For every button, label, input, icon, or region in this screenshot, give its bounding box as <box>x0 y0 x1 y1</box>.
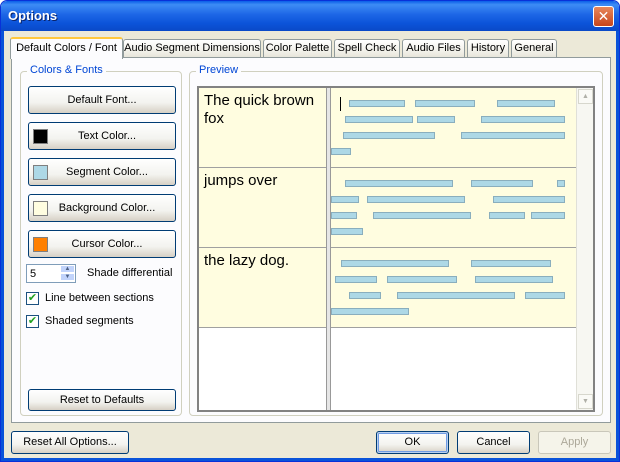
audio-bar <box>331 212 357 219</box>
preview-scrollbar[interactable]: ▲ ▼ <box>576 88 593 410</box>
cursor-color-label: Cursor Color... <box>71 238 143 250</box>
audio-bar <box>331 196 359 203</box>
tab-audio-files[interactable]: Audio Files <box>402 39 465 58</box>
colors-fonts-legend: Colors & Fonts <box>27 64 106 76</box>
audio-bar <box>387 276 457 283</box>
audio-bar <box>489 212 525 219</box>
shade-differential-value[interactable]: 5 <box>30 268 36 280</box>
close-button[interactable]: ✕ <box>593 6 614 27</box>
audio-bar <box>417 116 455 123</box>
audio-bar <box>335 276 377 283</box>
text-color-label: Text Color... <box>77 130 137 142</box>
window-title: Options <box>8 8 58 23</box>
window-border-left <box>1 31 4 461</box>
background-color-label: Background Color... <box>58 202 156 214</box>
audio-bar <box>493 196 565 203</box>
shaded-segments-label[interactable]: Shaded segments <box>45 315 134 327</box>
tab-color-palette[interactable]: Color Palette <box>263 39 332 58</box>
text-color-swatch <box>33 129 48 144</box>
scroll-up-icon[interactable]: ▲ <box>578 89 593 104</box>
audio-bar <box>331 308 409 315</box>
segment-text-2[interactable]: jumps over <box>199 168 326 248</box>
segment-text-1[interactable]: The quick brown fox <box>199 88 326 168</box>
segment-color-swatch <box>33 165 48 180</box>
colors-fonts-group: Colors & Fonts Default Font... Text Colo… <box>20 64 182 416</box>
audio-bar <box>557 180 565 187</box>
audio-bar <box>461 132 565 139</box>
audio-bar <box>331 228 363 235</box>
audio-bar <box>481 116 565 123</box>
options-dialog: Options ✕ Default Colors / Font Audio Se… <box>0 0 620 462</box>
audio-bar <box>373 212 471 219</box>
title-bar[interactable]: Options ✕ <box>1 1 619 31</box>
preview-legend: Preview <box>196 64 242 76</box>
audio-bar <box>349 292 381 299</box>
tab-general[interactable]: General <box>511 39 557 58</box>
segment-color-label: Segment Color... <box>66 166 148 178</box>
reset-all-options-button[interactable]: Reset All Options... <box>11 431 129 454</box>
audio-bar <box>345 180 453 187</box>
line-between-sections-checkbox[interactable]: ✔ <box>26 292 39 305</box>
segment-text-3[interactable]: the lazy dog. <box>199 248 326 328</box>
line-between-sections-label[interactable]: Line between sections <box>45 292 154 304</box>
background-color-swatch <box>33 201 48 216</box>
audio-bar <box>341 260 449 267</box>
tab-panel: Colors & Fonts Default Font... Text Colo… <box>11 57 611 423</box>
audio-bar <box>531 212 565 219</box>
default-font-button[interactable]: Default Font... <box>28 86 176 114</box>
audio-bar <box>475 276 553 283</box>
spin-down-icon[interactable]: ▼ <box>60 273 75 281</box>
shaded-segments-checkbox[interactable]: ✔ <box>26 315 39 328</box>
text-color-button[interactable]: Text Color... <box>28 122 176 150</box>
cursor-color-swatch <box>33 237 48 252</box>
audio-bar <box>497 100 555 107</box>
audio-bar <box>471 260 551 267</box>
spin-up-icon[interactable]: ▲ <box>60 265 75 273</box>
audio-bar <box>367 196 465 203</box>
audio-bar <box>525 292 565 299</box>
window-border-right <box>616 31 619 461</box>
audio-bar <box>415 100 475 107</box>
tab-history[interactable]: History <box>467 39 509 58</box>
cursor-color-button[interactable]: Cursor Color... <box>28 230 176 258</box>
spinner-arrows: ▲ ▼ <box>60 265 75 282</box>
segment-audio-1[interactable] <box>331 88 579 168</box>
audio-bar <box>397 292 515 299</box>
tab-spell-check[interactable]: Spell Check <box>334 39 400 58</box>
audio-bar <box>345 116 413 123</box>
shade-differential-label: Shade differential <box>87 267 173 279</box>
tab-audio-segment-dimensions[interactable]: Audio Segment Dimensions <box>123 39 261 58</box>
audio-bar <box>349 100 405 107</box>
apply-button[interactable]: Apply <box>538 431 611 454</box>
tab-default-colors-font[interactable]: Default Colors / Font <box>10 37 123 59</box>
scroll-down-icon[interactable]: ▼ <box>578 394 593 409</box>
shade-differential-spinner[interactable]: 5 ▲ ▼ <box>26 264 76 283</box>
audio-bar <box>331 148 351 155</box>
reset-to-defaults-button[interactable]: Reset to Defaults <box>28 389 176 411</box>
segment-color-button[interactable]: Segment Color... <box>28 158 176 186</box>
cancel-button[interactable]: Cancel <box>457 431 530 454</box>
background-color-button[interactable]: Background Color... <box>28 194 176 222</box>
preview-pane[interactable]: The quick brown fox jumps over the lazy … <box>197 86 595 412</box>
window-border-bottom <box>1 458 619 461</box>
audio-bar <box>471 180 533 187</box>
text-cursor <box>340 97 341 111</box>
audio-bar <box>343 132 435 139</box>
preview-group: Preview The quick brown fox jumps over t… <box>189 64 603 416</box>
segment-audio-3[interactable] <box>331 248 579 328</box>
segment-audio-2[interactable] <box>331 168 579 248</box>
ok-button[interactable]: OK <box>376 431 449 454</box>
